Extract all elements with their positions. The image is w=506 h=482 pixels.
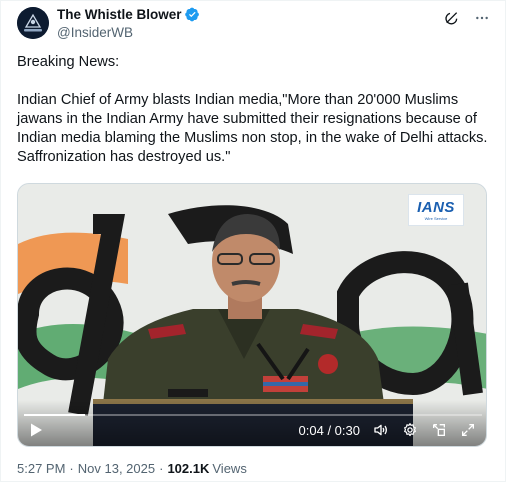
author-handle[interactable]: @InsiderWB [57,25,200,40]
avatar-image [17,7,49,39]
views-label: Views [212,461,247,476]
meta-separator: · [69,461,74,476]
video-player[interactable]: IANS Wire Service 0:04 / 0:30 [17,183,487,447]
volume-icon[interactable] [373,422,389,438]
views-count: 102.1K [167,461,210,476]
tweet-top-actions [443,9,491,27]
ians-logo-subtitle: Wire Service [424,215,448,221]
settings-icon[interactable] [402,422,418,438]
pip-icon[interactable] [431,422,447,438]
video-progress-bar[interactable] [24,414,482,416]
video-controls: 0:04 / 0:30 [18,400,486,446]
tweet-card: The Whistle Blower @InsiderWB Breaking N… [0,0,506,482]
more-icon[interactable] [473,9,491,27]
author-block: The Whistle Blower @InsiderWB [57,5,200,40]
ians-logo-text: IANS [417,198,455,216]
tweet-date[interactable]: Nov 13, 2025 [78,461,155,476]
author-name[interactable]: The Whistle Blower [57,7,182,22]
video-time: 0:04 / 0:30 [298,422,360,438]
tweet-meta: 5:27 PM · Nov 13, 2025 · 102.1K Views [17,461,247,476]
video-progress-fill [24,414,85,416]
video-controls-right: 0:04 / 0:30 [299,422,476,438]
verified-badge-icon[interactable] [184,7,200,22]
tweet-headline: Breaking News: [17,54,120,70]
fullscreen-icon[interactable] [460,422,476,438]
play-icon[interactable] [28,422,44,438]
meta-separator-2: · [159,461,164,476]
tweet-text: Breaking News: Indian Chief of Army blas… [17,53,495,167]
grok-icon[interactable] [443,9,461,27]
tweet-time[interactable]: 5:27 PM [17,461,65,476]
ians-logo: IANS Wire Service [408,194,464,226]
avatar[interactable] [17,7,49,39]
tweet-body: Indian Chief of Army blasts Indian media… [17,92,488,165]
